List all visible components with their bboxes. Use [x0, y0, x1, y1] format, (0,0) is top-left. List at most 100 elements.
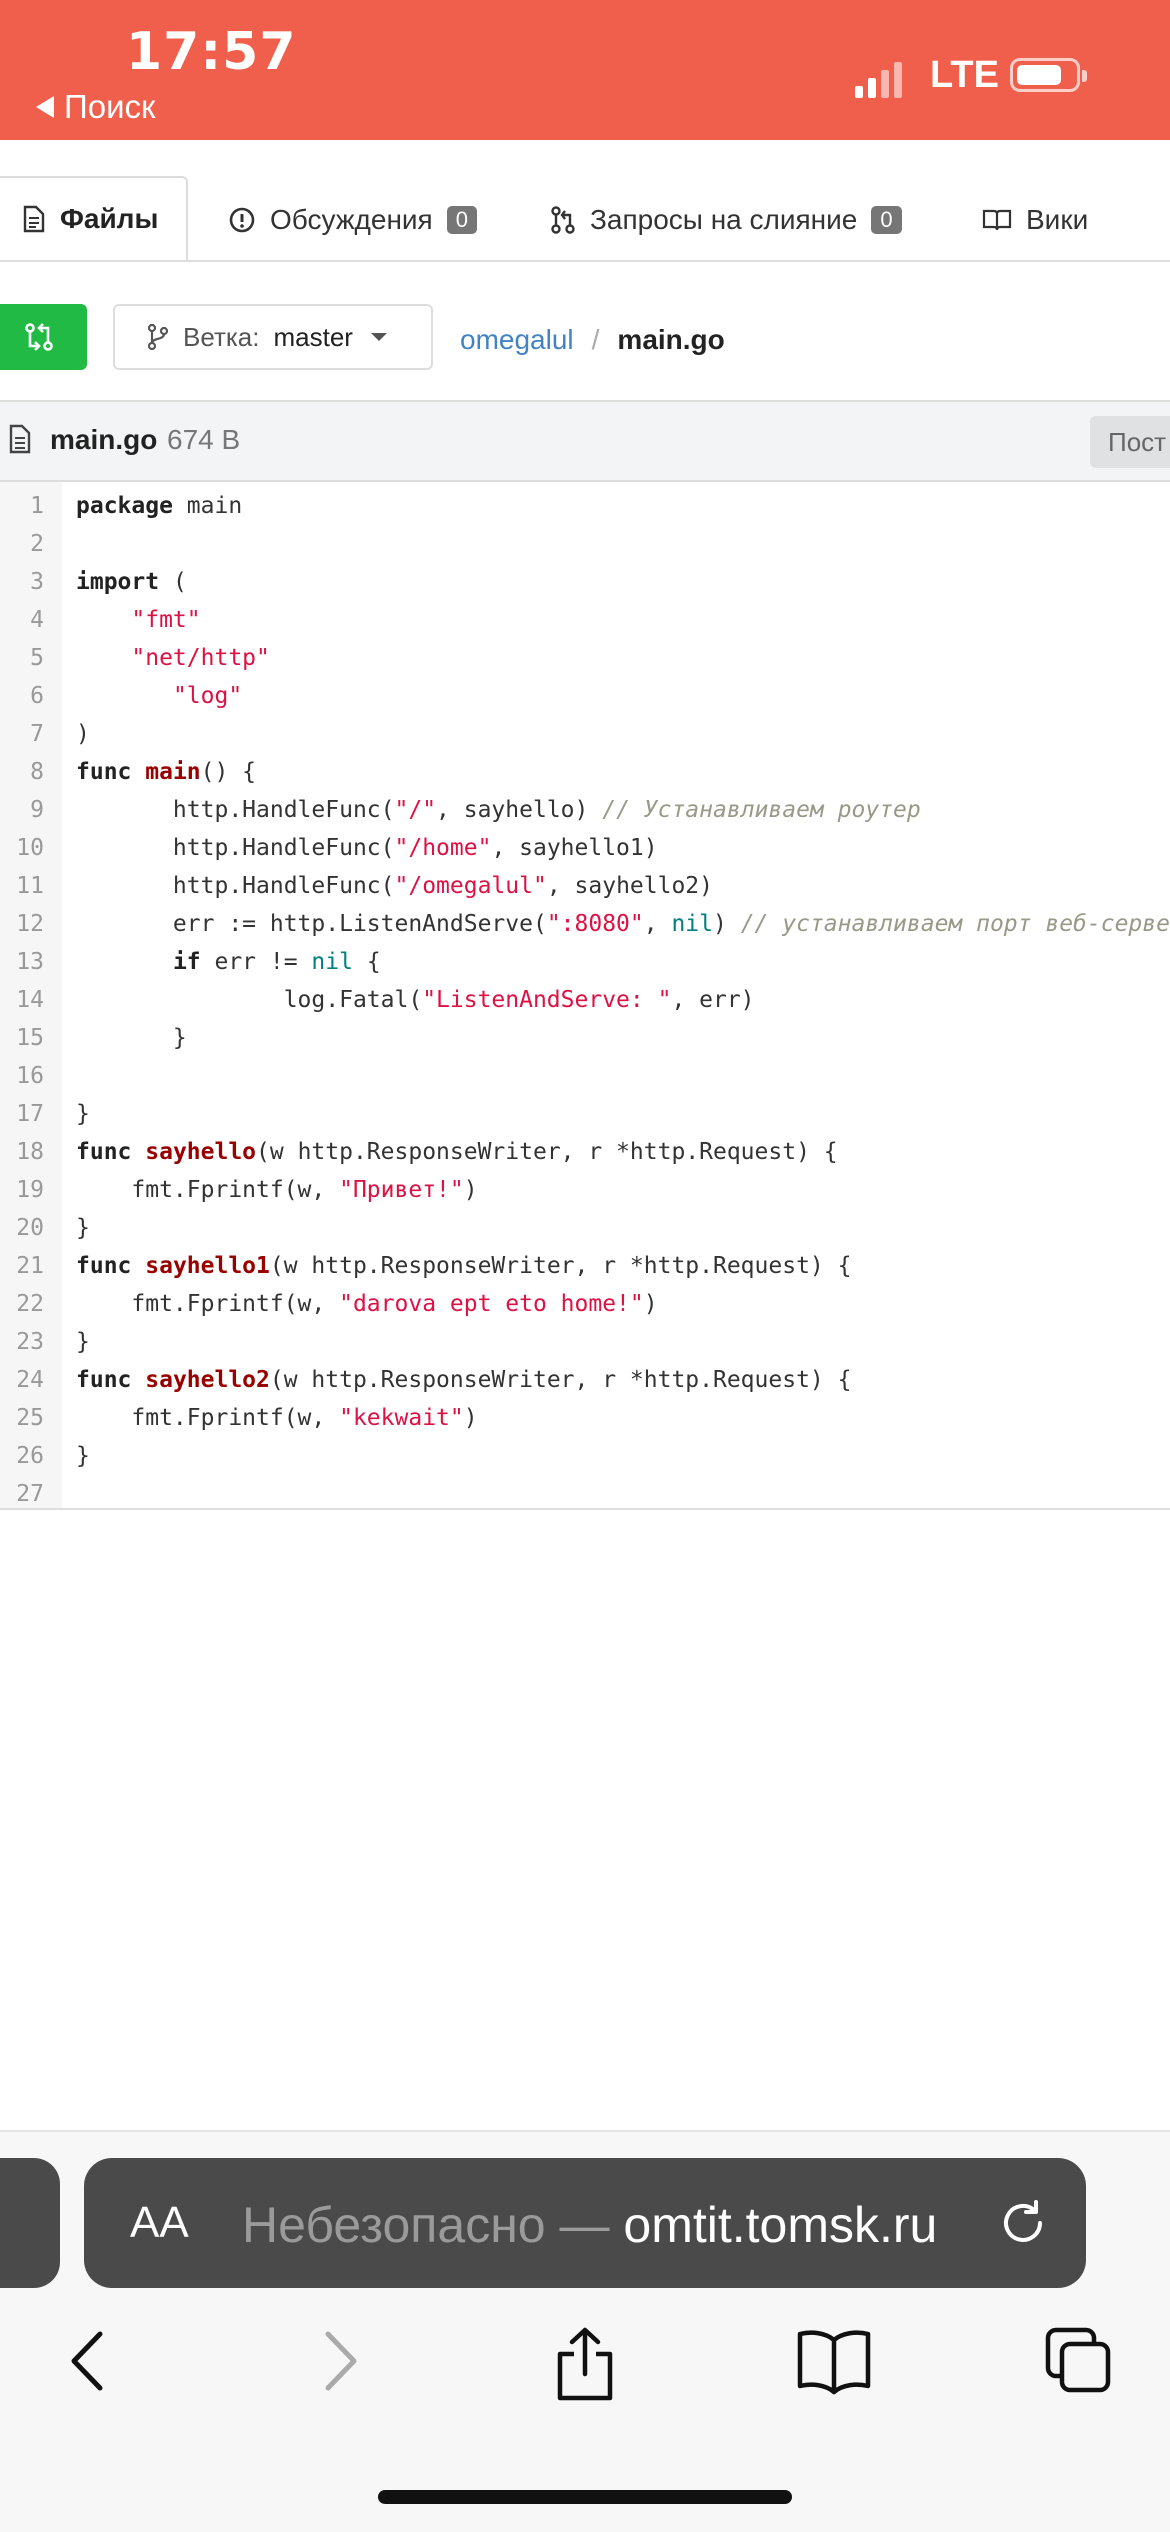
line-number[interactable]: 6 [0, 677, 44, 715]
code-text: } [76, 1101, 90, 1127]
code-line: 20} [0, 1209, 1170, 1247]
line-number[interactable]: 5 [0, 639, 44, 677]
code-text: if err != nil { [172, 949, 381, 975]
code-text: "net/http" [131, 645, 270, 671]
code-line: 17} [0, 1095, 1170, 1133]
code-text: func sayhello2(w http.ResponseWriter, r … [76, 1367, 852, 1393]
tab-issues[interactable]: Обсуждения 0 [228, 178, 477, 262]
code-text: fmt.Fprintf(w, "Привет!") [76, 1177, 478, 1203]
breadcrumb: omegalul / main.go [460, 324, 725, 356]
forward-icon[interactable] [316, 2326, 366, 2396]
line-number[interactable]: 15 [0, 1019, 44, 1057]
url-insecure-prefix: Небезопасно — [242, 2197, 610, 2253]
compare-button[interactable] [0, 304, 87, 370]
line-number[interactable]: 11 [0, 867, 44, 905]
line-number[interactable]: 10 [0, 829, 44, 867]
breadcrumb-repo-link[interactable]: omegalul [460, 324, 574, 356]
tab-wiki[interactable]: Вики [982, 178, 1088, 262]
code-line: 26} [0, 1437, 1170, 1475]
line-number[interactable]: 24 [0, 1361, 44, 1399]
url-host: omtit.tomsk.ru [623, 2197, 938, 2253]
merge-requests-count-badge: 0 [871, 206, 902, 234]
status-bar: 17:57 Поиск LTE [0, 0, 1170, 140]
reload-icon[interactable] [996, 2196, 1050, 2250]
code-line: 19 fmt.Fprintf(w, "Привет!") [0, 1171, 1170, 1209]
share-icon[interactable] [552, 2326, 618, 2402]
merge-request-icon [551, 206, 575, 234]
code-text: func main() { [76, 759, 257, 785]
tab-issues-label: Обсуждения [270, 204, 433, 235]
back-icon[interactable] [62, 2326, 112, 2396]
code-line: 7) [0, 715, 1170, 753]
browser-nav-row [0, 2316, 1170, 2426]
file-text-icon [9, 424, 31, 454]
code-text: } [76, 1025, 187, 1051]
file-icon [23, 205, 45, 233]
tab-files-label: Файлы [60, 203, 159, 234]
code-text: import ( [76, 569, 187, 595]
code-line: 16 [0, 1057, 1170, 1095]
tab-merge-requests-label: Запросы на слияние [590, 204, 858, 235]
line-number[interactable]: 12 [0, 905, 44, 943]
code-line: 2 [0, 525, 1170, 563]
line-number[interactable]: 8 [0, 753, 44, 791]
line-number[interactable]: 26 [0, 1437, 44, 1475]
branch-dropdown[interactable]: Ветка: master [113, 304, 433, 370]
code-text: log.Fatal("ListenAndServe: ", err) [76, 987, 755, 1013]
battery-icon [1010, 58, 1087, 92]
network-label: LTE [930, 54, 999, 96]
code-text: err := http.ListenAndServe(":8080", nil)… [76, 911, 1170, 937]
code-text: } [76, 1329, 90, 1355]
code-text: http.HandleFunc("/home", sayhello1) [76, 835, 658, 861]
code-text: http.HandleFunc("/omegalul", sayhello2) [76, 873, 713, 899]
line-number[interactable]: 25 [0, 1399, 44, 1437]
previous-tab-preview[interactable] [0, 2158, 60, 2288]
back-to-search-button[interactable]: Поиск [36, 88, 155, 126]
code-line: 18 func sayhello(w http.ResponseWriter, r… [0, 1133, 1170, 1171]
line-number[interactable]: 2 [0, 525, 44, 563]
line-number[interactable]: 1 [0, 487, 44, 525]
line-number[interactable]: 9 [0, 791, 44, 829]
code-line: 9 http.HandleFunc("/", sayhello) // Уста… [0, 791, 1170, 829]
code-text: fmt.Fprintf(w, "darova ept eto home!") [76, 1291, 658, 1317]
tab-wiki-label: Вики [1026, 204, 1089, 235]
code-text: package main [76, 493, 243, 519]
breadcrumb-separator: / [591, 324, 600, 355]
code-view: 1 package main 2 3 import (4 "fmt" 5 "net/htt… [0, 482, 1170, 1510]
line-number[interactable]: 7 [0, 715, 44, 753]
line-number[interactable]: 22 [0, 1285, 44, 1323]
code-line: 14 log.Fatal("ListenAndServe: ", err) [0, 981, 1170, 1019]
line-number[interactable]: 27 [0, 1475, 44, 1508]
file-name: main.go [50, 424, 158, 455]
bookmarks-icon[interactable] [796, 2326, 872, 2396]
code-line: 24 func sayhello2(w http.ResponseWriter, … [0, 1361, 1170, 1399]
line-number[interactable]: 4 [0, 601, 44, 639]
address-bar[interactable]: AA Небезопасно — omtit.tomsk.ru [84, 2158, 1086, 2288]
code-line: 11 http.HandleFunc("/omegalul", sayhello… [0, 867, 1170, 905]
tabs-icon[interactable] [1044, 2326, 1114, 2396]
branch-icon [147, 323, 169, 351]
chevron-down-icon [370, 333, 387, 341]
code-line: 6 "log" [0, 677, 1170, 715]
file-toolbar: Ветка: master omegalul / main.go [0, 262, 1170, 400]
tab-files[interactable]: Файлы [0, 176, 188, 260]
back-arrow-icon [36, 96, 54, 118]
line-number[interactable]: 16 [0, 1057, 44, 1095]
permalink-button[interactable]: Пост [1090, 416, 1170, 468]
line-number[interactable]: 21 [0, 1247, 44, 1285]
text-size-button[interactable]: AA [130, 2198, 189, 2248]
tab-merge-requests[interactable]: Запросы на слияние 0 [550, 178, 902, 262]
line-number[interactable]: 17 [0, 1095, 44, 1133]
file-header: main.go 674 B Пост [0, 400, 1170, 482]
line-number[interactable]: 3 [0, 563, 44, 601]
code-line: 8 func main() { [0, 753, 1170, 791]
code-line: 13 if err != nil { [0, 943, 1170, 981]
code-line: 27 [0, 1475, 1170, 1508]
issue-icon [229, 207, 255, 233]
line-number[interactable]: 13 [0, 943, 44, 981]
line-number[interactable]: 19 [0, 1171, 44, 1209]
line-number[interactable]: 14 [0, 981, 44, 1019]
line-number[interactable]: 18 [0, 1133, 44, 1171]
line-number[interactable]: 23 [0, 1323, 44, 1361]
line-number[interactable]: 20 [0, 1209, 44, 1247]
